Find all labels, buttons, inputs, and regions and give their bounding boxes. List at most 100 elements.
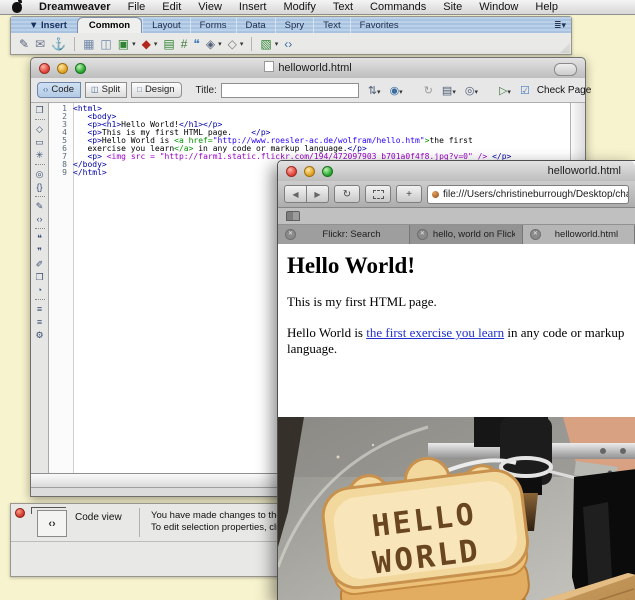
outdent-code-icon[interactable]: ≡ xyxy=(37,318,42,327)
images-dropdown-icon[interactable]: ▾ xyxy=(132,40,136,48)
properties-message-line1: You have made changes to the co xyxy=(151,510,294,522)
address-bar[interactable]: file:///Users/christineburrough/Desktop/… xyxy=(427,185,629,204)
comment-icon[interactable]: ❝ xyxy=(193,37,199,51)
page-link[interactable]: the first exercise you learn xyxy=(366,325,504,340)
insert-tab-layout[interactable]: Layout xyxy=(142,18,190,33)
move-css-icon[interactable]: ◔ xyxy=(37,286,42,295)
head-icon[interactable]: ◈ xyxy=(206,37,215,51)
templates-icon[interactable]: ▧ xyxy=(260,37,271,51)
format-source-icon[interactable]: ⚙ xyxy=(35,331,43,340)
menu-edit[interactable]: Edit xyxy=(162,1,181,13)
apple-menu-icon[interactable] xyxy=(12,2,22,13)
validate-markup-icon[interactable]: ▷▾ xyxy=(499,84,511,97)
bookmarks-book-icon[interactable] xyxy=(286,211,300,221)
minimize-button[interactable] xyxy=(57,63,68,74)
panel-menu-icon[interactable]: ≣▾ xyxy=(554,20,566,31)
safari-tab[interactable]: ✕Flickr: Search xyxy=(278,225,410,244)
forward-button[interactable]: ▶ xyxy=(307,185,329,203)
reload-button[interactable]: ↻ xyxy=(334,185,360,203)
insert-div-icon[interactable]: ◫ xyxy=(100,37,111,51)
templates-dropdown-icon[interactable]: ▾ xyxy=(275,40,279,48)
dw-title-bar[interactable]: helloworld.html xyxy=(31,58,585,79)
insert-tab-favorites[interactable]: Favorites xyxy=(350,18,408,33)
close-button[interactable] xyxy=(286,166,297,177)
menu-insert[interactable]: Insert xyxy=(239,1,267,13)
bookmarks-bar[interactable] xyxy=(278,208,635,225)
line-number: 1 xyxy=(49,105,73,113)
tab-close-icon[interactable]: ✕ xyxy=(417,229,428,240)
expand-all-icon[interactable]: ✳ xyxy=(36,151,44,160)
apply-comment-icon[interactable]: ❝ xyxy=(37,234,42,243)
icon-separator xyxy=(74,37,75,51)
menu-dreamweaver[interactable]: Dreamweaver xyxy=(39,1,111,13)
split-view-button[interactable]: ◫Split xyxy=(85,82,127,98)
insert-tab-text[interactable]: Text xyxy=(313,18,349,33)
head-dropdown-icon[interactable]: ▾ xyxy=(218,40,222,48)
open-documents-icon[interactable]: ❐ xyxy=(35,106,43,115)
preview-in-browser-icon[interactable]: ◉▾ xyxy=(390,84,403,97)
file-management-icon[interactable]: ⇅▾ xyxy=(368,84,381,97)
insert-tab-spry[interactable]: Spry xyxy=(275,18,314,33)
check-page-button[interactable]: Check Page xyxy=(537,85,591,96)
insert-tab-common[interactable]: Common xyxy=(77,17,142,33)
line-numbers-icon[interactable]: ✎ xyxy=(36,202,44,211)
view-options-icon[interactable]: ▤▾ xyxy=(442,84,456,97)
collapse-selection-icon[interactable]: ▭ xyxy=(35,138,44,147)
recent-snippets-icon[interactable]: ❐ xyxy=(35,273,43,282)
safari-title-bar[interactable]: helloworld.html xyxy=(278,161,635,182)
insert-tab-data[interactable]: Data xyxy=(236,18,275,33)
tab-close-icon[interactable]: ✕ xyxy=(530,229,541,240)
table-icon[interactable]: ▦ xyxy=(83,37,94,51)
menu-window[interactable]: Window xyxy=(479,1,518,13)
design-view-button[interactable]: □Design xyxy=(131,82,181,98)
minimize-button[interactable] xyxy=(304,166,315,177)
named-anchor-icon[interactable]: ⚓ xyxy=(51,37,66,51)
insert-bar-panel: ▼ Insert CommonLayoutFormsDataSpryTextFa… xyxy=(10,16,572,55)
tag-chooser-icon[interactable]: ‹› xyxy=(284,37,292,51)
insert-panel-label[interactable]: ▼ Insert xyxy=(29,20,67,31)
insert-tab-forms[interactable]: Forms xyxy=(190,18,236,33)
back-button[interactable]: ◀ xyxy=(284,185,307,203)
toolbar-toggle-pill[interactable] xyxy=(554,63,577,76)
menu-help[interactable]: Help xyxy=(535,1,558,13)
menu-commands[interactable]: Commands xyxy=(370,1,426,13)
wrap-tag-icon[interactable]: ✐ xyxy=(36,260,44,269)
properties-divider xyxy=(139,508,140,537)
safari-tab[interactable]: ✕hello, world on Flickr - ... xyxy=(410,225,523,244)
title-input[interactable] xyxy=(221,83,359,98)
collapse-full-tag-icon[interactable]: ◇ xyxy=(36,125,43,134)
visual-aids-icon[interactable]: ◎▾ xyxy=(465,84,478,97)
close-button[interactable] xyxy=(39,63,50,74)
check-page-icon[interactable]: ☑ xyxy=(520,84,530,97)
menu-text[interactable]: Text xyxy=(333,1,353,13)
zoom-button[interactable] xyxy=(75,63,86,74)
tab-close-icon[interactable]: ✕ xyxy=(285,229,296,240)
zoom-button[interactable] xyxy=(322,166,333,177)
highlight-invalid-code-icon[interactable]: ‹› xyxy=(37,215,43,224)
code-view-button[interactable]: ‹›Code xyxy=(37,82,81,98)
media-icon[interactable]: ◆ xyxy=(142,37,151,51)
script-dropdown-icon[interactable]: ▾ xyxy=(240,40,244,48)
remove-comment-icon[interactable]: ❞ xyxy=(37,247,42,256)
images-icon[interactable]: ▣ xyxy=(118,37,129,51)
menu-site[interactable]: Site xyxy=(443,1,462,13)
menu-file[interactable]: File xyxy=(128,1,146,13)
panel-resize-grip[interactable] xyxy=(560,43,570,53)
web-clip-button[interactable] xyxy=(365,185,391,203)
indent-code-icon[interactable]: ≡ xyxy=(37,305,42,314)
refresh-icon[interactable]: ↻ xyxy=(424,84,433,97)
balance-braces-icon[interactable]: {} xyxy=(36,183,42,192)
select-parent-tag-icon[interactable]: ◎ xyxy=(36,170,44,179)
hyperlink-icon[interactable]: ✎ xyxy=(19,37,29,51)
safari-tab[interactable]: ✕helloworld.html xyxy=(523,225,635,244)
menu-view[interactable]: View xyxy=(198,1,222,13)
media-dropdown-icon[interactable]: ▾ xyxy=(154,40,158,48)
menu-modify[interactable]: Modify xyxy=(283,1,315,13)
email-link-icon[interactable]: ✉ xyxy=(35,37,45,51)
date-icon[interactable]: ▤ xyxy=(163,37,174,51)
web-clip-icon xyxy=(373,190,384,199)
line-number: 5 xyxy=(49,137,73,145)
server-include-icon[interactable]: # xyxy=(181,37,188,51)
add-bookmark-button[interactable]: + xyxy=(396,185,422,203)
script-icon[interactable]: ◇ xyxy=(228,37,237,51)
